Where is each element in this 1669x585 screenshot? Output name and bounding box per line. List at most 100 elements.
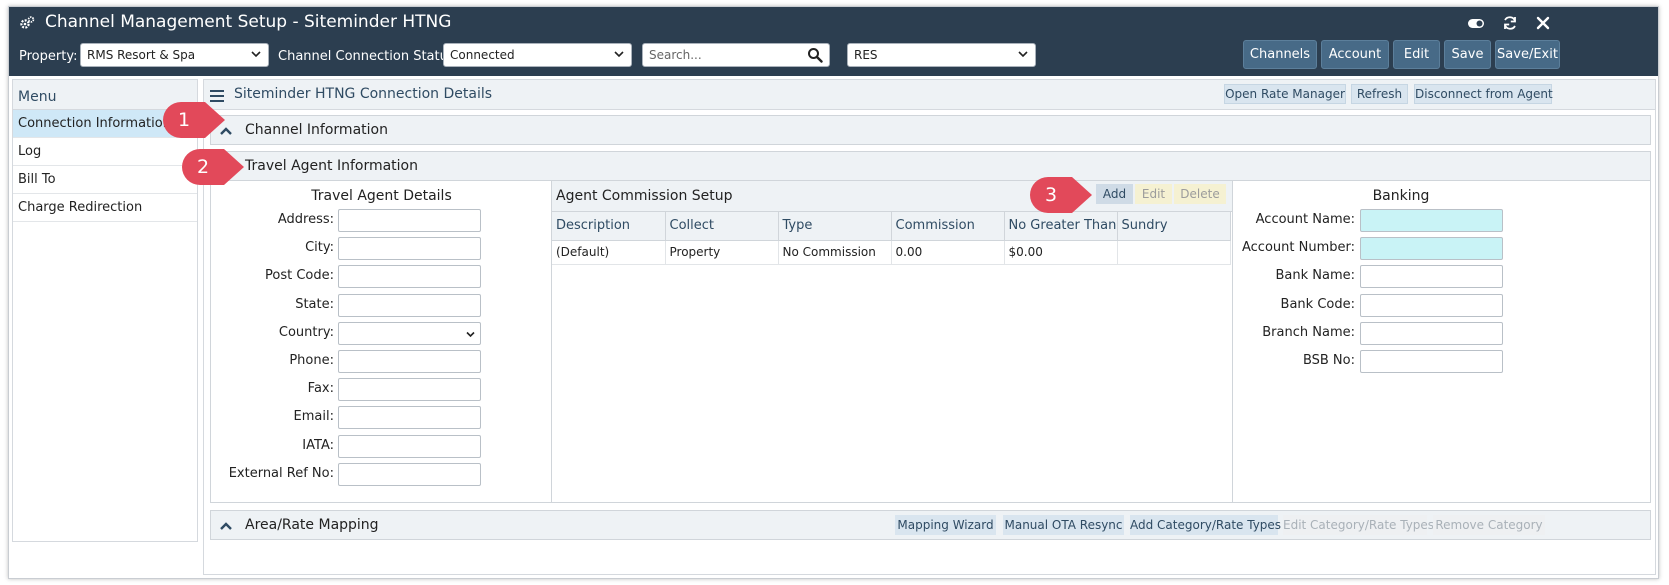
city-field[interactable]	[338, 237, 481, 261]
table-cell: $0.00	[1004, 240, 1118, 265]
status-label: Channel Connection Status:	[278, 49, 459, 64]
travel-agent-details-panel: Travel Agent Details Address: City: Post C…	[211, 181, 552, 502]
callout-number: 2	[196, 156, 210, 178]
column-header-type[interactable]: Type	[778, 212, 892, 241]
travel-agent-information-section[interactable]: Travel Agent Information	[210, 151, 1651, 181]
search-placeholder: Search...	[649, 48, 702, 62]
property-value: RMS Resort & Spa	[87, 48, 196, 62]
commission-table: Description Collect Type Commission No G…	[552, 212, 1231, 265]
search-icon[interactable]	[807, 47, 823, 63]
chevron-down-icon	[466, 331, 475, 337]
save-exit-button[interactable]: Save/Exit	[1495, 40, 1560, 69]
save-button[interactable]: Save	[1444, 40, 1491, 69]
menu-item-charge-redirection[interactable]: Charge Redirection	[13, 194, 197, 222]
title-bar: Channel Management Setup - Siteminder HT…	[9, 7, 1658, 38]
bank-code-field[interactable]	[1360, 293, 1503, 317]
post-code-label: Post Code:	[265, 268, 334, 284]
chevron-down-icon	[614, 51, 624, 58]
callout-number: 3	[1044, 184, 1058, 206]
country-field[interactable]	[338, 321, 481, 345]
top-toolbar: Property: RMS Resort & Spa Channel Conne…	[9, 38, 1658, 76]
email-field[interactable]	[338, 406, 481, 430]
edit-button[interactable]: Edit	[1393, 40, 1440, 69]
chevron-down-icon	[251, 51, 261, 58]
add-commission-button[interactable]: Add	[1096, 184, 1133, 204]
edit-commission-button[interactable]: Edit	[1135, 184, 1172, 204]
account-button[interactable]: Account	[1321, 40, 1389, 69]
refresh-button[interactable]: Refresh	[1351, 84, 1408, 104]
add-category-rate-types-button[interactable]: Add Category/Rate Types	[1130, 515, 1281, 535]
chevron-up-icon[interactable]	[219, 521, 233, 531]
channel-information-section[interactable]: Channel Information	[210, 115, 1651, 145]
address-field[interactable]	[338, 209, 481, 232]
cogs-icon	[20, 16, 35, 29]
callout-marker-2: 2	[182, 149, 244, 185]
table-cell: No Commission	[778, 240, 892, 265]
delete-commission-button[interactable]: Delete	[1174, 184, 1226, 204]
menu-item-bill-to[interactable]: Bill To	[13, 166, 197, 194]
remove-category-button[interactable]: Remove Category	[1433, 515, 1545, 535]
disconnect-from-agent-button[interactable]: Disconnect from Agent	[1414, 84, 1553, 104]
channel-information-title: Channel Information	[245, 122, 388, 138]
travel-agent-body: Travel Agent Details Address: City: Post C…	[210, 181, 1651, 503]
open-rate-manager-button[interactable]: Open Rate Manager	[1224, 84, 1346, 104]
agent-commission-panel: Agent Commission Setup Add Edit Delete D…	[552, 181, 1233, 502]
table-cell: 0.00	[891, 240, 1005, 265]
table-cell: Property	[665, 240, 779, 265]
menu-item-log[interactable]: Log	[13, 138, 197, 166]
iata-field[interactable]	[338, 434, 481, 458]
callout-marker-3: 3	[1030, 177, 1092, 213]
area-rate-mapping-title: Area/Rate Mapping	[245, 517, 379, 533]
column-header-sundry[interactable]: Sundry	[1117, 212, 1231, 241]
page-title: Siteminder HTNG Connection Details	[234, 86, 493, 102]
agent-commission-header: Agent Commission Setup Add Edit Delete	[552, 181, 1232, 212]
column-header-collect[interactable]: Collect	[665, 212, 779, 241]
account-number-field[interactable]	[1360, 237, 1503, 261]
refresh-icon[interactable]	[1501, 14, 1519, 32]
banking-panel: Banking Account Name: Account Number: Bank…	[1233, 181, 1651, 502]
fax-field[interactable]	[338, 378, 481, 402]
property-label: Property:	[19, 49, 78, 64]
window-title: Channel Management Setup - Siteminder HT…	[45, 12, 452, 32]
account-name-field[interactable]	[1360, 209, 1503, 232]
search-input[interactable]: Search...	[642, 43, 830, 67]
iata-label: IATA:	[302, 437, 334, 453]
callout-number: 1	[177, 109, 191, 131]
area-rate-mapping-section[interactable]: Area/Rate Mapping Mapping Wizard Manual …	[210, 510, 1651, 540]
app-window: Channel Management Setup - Siteminder HT…	[8, 6, 1659, 579]
table-cell	[1117, 240, 1231, 265]
column-header-commission[interactable]: Commission	[891, 212, 1005, 241]
bank-name-field[interactable]	[1360, 265, 1503, 289]
bsb-no-field[interactable]	[1360, 350, 1503, 373]
res-select[interactable]: RES	[847, 43, 1036, 67]
status-value: Connected	[450, 48, 515, 62]
callout-marker-1: 1	[163, 102, 225, 138]
external-ref-no-label: External Ref No:	[228, 465, 334, 481]
edit-category-rate-types-button[interactable]: Edit Category/Rate Types	[1283, 515, 1434, 535]
branch-name-field[interactable]	[1360, 321, 1503, 345]
bank-code-label: Bank Code:	[1280, 296, 1355, 312]
external-ref-no-field[interactable]	[338, 462, 481, 486]
phone-field[interactable]	[338, 350, 481, 373]
status-select[interactable]: Connected	[443, 43, 632, 67]
state-label: State:	[295, 296, 334, 312]
state-field[interactable]	[338, 293, 481, 317]
hamburger-icon[interactable]	[210, 90, 224, 102]
chevron-down-icon	[1018, 51, 1028, 58]
mapping-wizard-button[interactable]: Mapping Wizard	[895, 515, 996, 535]
manual-ota-resync-button[interactable]: Manual OTA Resync	[1003, 515, 1124, 535]
post-code-field[interactable]	[338, 265, 481, 289]
res-value: RES	[854, 48, 878, 62]
close-icon[interactable]	[1534, 14, 1552, 32]
toggle-icon[interactable]	[1467, 14, 1485, 32]
channels-button[interactable]: Channels	[1243, 40, 1317, 69]
table-row[interactable]: (Default) Property No Commission 0.00 $0…	[552, 240, 1231, 265]
email-label: Email:	[293, 409, 334, 425]
column-header-description[interactable]: Description	[552, 212, 666, 241]
property-select[interactable]: RMS Resort & Spa	[80, 43, 269, 67]
phone-label: Phone:	[289, 353, 334, 368]
account-number-label: Account Number:	[1242, 240, 1355, 256]
country-label: Country:	[278, 324, 334, 340]
column-header-no-greater-than[interactable]: No Greater Than	[1004, 212, 1118, 241]
side-menu: Menu Connection Information Log Bill To …	[12, 79, 198, 542]
